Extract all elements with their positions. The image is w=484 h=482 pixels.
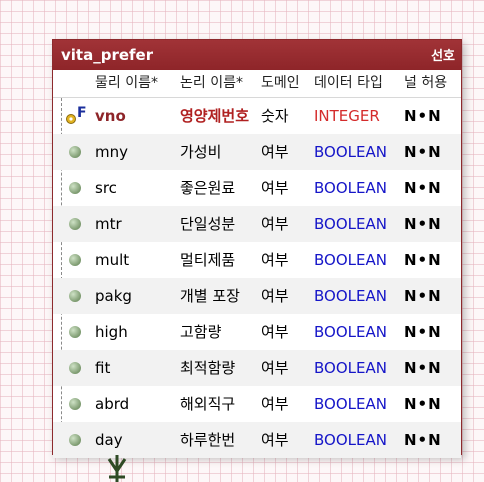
attribute-nullable: N•N xyxy=(404,323,442,341)
attribute-nullable: N•N xyxy=(404,107,442,125)
entity-title-bar[interactable]: vita_prefer 선호 xyxy=(53,40,461,70)
attribute-logical-name: 좋은원료 xyxy=(180,179,236,197)
attribute-domain: 여부 xyxy=(261,287,289,305)
table-row[interactable]: mult 멀티제품 여부 BOOLEAN N•N xyxy=(53,242,461,278)
attribute-logical-name: 고함량 xyxy=(180,323,222,341)
attribute-nullable: N•N xyxy=(404,179,442,197)
attribute-physical-name: mtr xyxy=(95,215,122,233)
attribute-logical-name: 멀티제품 xyxy=(180,251,236,269)
attribute-physical-name: vno xyxy=(95,107,126,125)
attribute-domain: 여부 xyxy=(261,179,289,197)
attribute-domain: 여부 xyxy=(261,431,289,449)
header-nullable: 널 허용 xyxy=(404,75,448,91)
attribute-datatype: INTEGER xyxy=(314,107,380,125)
attribute-logical-name: 영양제번호 xyxy=(180,107,250,125)
column-header-row: 물리 이름* 논리 이름* 도메인 데이터 타입 널 허용 xyxy=(53,70,461,98)
attribute-nullable: N•N xyxy=(404,395,442,413)
entity-badge: 선호 xyxy=(431,49,455,64)
entity-name: vita_prefer xyxy=(61,46,153,64)
attribute-logical-name: 단일성분 xyxy=(180,215,236,233)
header-datatype: 데이터 타입 xyxy=(314,75,383,91)
attribute-datatype: BOOLEAN xyxy=(314,215,387,233)
attribute-nullable: N•N xyxy=(404,359,442,377)
svg-text:F: F xyxy=(77,105,87,121)
pk-key-icon: F xyxy=(66,105,87,124)
table-row-primary-key[interactable]: Fvno 영양제번호 숫자 INTEGER N•N xyxy=(53,98,461,134)
attribute-datatype: BOOLEAN xyxy=(314,323,387,341)
attribute-nullable: N•N xyxy=(404,215,442,233)
attribute-physical-name: mny xyxy=(95,143,128,161)
entity-table-vita-prefer[interactable]: vita_prefer 선호 물리 이름* 논리 이름* 도메인 데이터 타입 … xyxy=(52,39,462,458)
column-dot-icon xyxy=(69,146,81,158)
attribute-physical-name: src xyxy=(95,179,117,197)
column-dot-icon xyxy=(69,218,81,230)
attribute-datatype: BOOLEAN xyxy=(314,395,387,413)
attribute-physical-name: fit xyxy=(95,359,111,377)
attribute-domain: 여부 xyxy=(261,251,289,269)
column-dot-icon xyxy=(69,182,81,194)
attribute-domain: 여부 xyxy=(261,395,289,413)
header-domain: 도메인 xyxy=(261,75,300,91)
attribute-physical-name: high xyxy=(95,323,128,341)
attribute-datatype: BOOLEAN xyxy=(314,431,387,449)
attribute-logical-name: 가성비 xyxy=(180,143,222,161)
column-dot-icon xyxy=(69,254,81,266)
table-row[interactable]: high 고함량 여부 BOOLEAN N•N xyxy=(53,314,461,350)
attribute-datatype: BOOLEAN xyxy=(314,251,387,269)
table-row[interactable]: mny 가성비 여부 BOOLEAN N•N xyxy=(53,134,461,170)
table-row[interactable]: abrd 해외직구 여부 BOOLEAN N•N xyxy=(53,386,461,422)
attribute-physical-name: pakg xyxy=(95,287,132,305)
column-dot-icon xyxy=(69,290,81,302)
attribute-domain: 여부 xyxy=(261,323,289,341)
attribute-nullable: N•N xyxy=(404,251,442,269)
attribute-domain: 여부 xyxy=(261,359,289,377)
attribute-nullable: N•N xyxy=(404,143,442,161)
attribute-physical-name: day xyxy=(95,431,123,449)
attribute-datatype: BOOLEAN xyxy=(314,179,387,197)
attribute-datatype: BOOLEAN xyxy=(314,287,387,305)
attribute-domain: 여부 xyxy=(261,215,289,233)
attribute-logical-name: 해외직구 xyxy=(180,395,236,413)
column-dot-icon xyxy=(69,362,81,374)
attribute-logical-name: 개별 포장 xyxy=(180,287,240,305)
table-row[interactable]: pakg 개별 포장 여부 BOOLEAN N•N xyxy=(53,278,461,314)
attribute-logical-name: 하루한번 xyxy=(180,431,236,449)
attribute-nullable: N•N xyxy=(404,431,442,449)
header-logical-name: 논리 이름* xyxy=(180,75,243,91)
attribute-datatype: BOOLEAN xyxy=(314,143,387,161)
column-dot-icon xyxy=(69,434,81,446)
attribute-logical-name: 최적함량 xyxy=(180,359,236,377)
attribute-physical-name: mult xyxy=(95,251,130,269)
attribute-domain: 여부 xyxy=(261,143,289,161)
column-dot-icon xyxy=(69,398,81,410)
attribute-domain: 숫자 xyxy=(261,107,289,125)
attribute-list: Fvno 영양제번호 숫자 INTEGER N•N mny 가성비 여부 BOOLEAN N•N s… xyxy=(53,98,461,458)
attribute-nullable: N•N xyxy=(404,287,442,305)
table-row[interactable]: src 좋은원료 여부 BOOLEAN N•N xyxy=(53,170,461,206)
table-row[interactable]: day 하루한번 여부 BOOLEAN N•N xyxy=(53,422,461,458)
attribute-physical-name: abrd xyxy=(95,395,130,413)
header-physical-name: 물리 이름* xyxy=(95,75,158,91)
attribute-datatype: BOOLEAN xyxy=(314,359,387,377)
crows-foot-connector-icon xyxy=(107,455,127,482)
table-row[interactable]: mtr 단일성분 여부 BOOLEAN N•N xyxy=(53,206,461,242)
column-dot-icon xyxy=(69,326,81,338)
table-row[interactable]: fit 최적함량 여부 BOOLEAN N•N xyxy=(53,350,461,386)
